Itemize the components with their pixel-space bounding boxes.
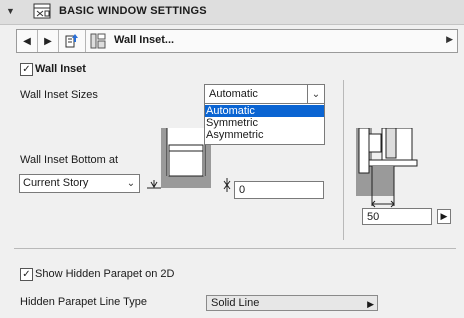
previous-button[interactable]: ◀ [17, 30, 38, 52]
inset-depth-input[interactable]: 50 [362, 208, 432, 225]
option-asymmetric[interactable]: Asymmetric [205, 129, 324, 141]
chevron-down-icon[interactable]: ⌄ [307, 85, 324, 103]
wall-inset-checkbox[interactable]: ✓ [20, 63, 33, 76]
option-automatic[interactable]: Automatic [205, 105, 324, 117]
wall-inset-icon [90, 33, 106, 49]
section-divider [343, 80, 344, 240]
collapse-triangle-icon[interactable]: ▼ [6, 6, 15, 16]
next-button[interactable]: ▶ [38, 30, 59, 52]
favorites-icon [65, 34, 78, 48]
window-settings-icon [33, 3, 51, 19]
show-hidden-parapet-label: Show Hidden Parapet on 2D [35, 268, 175, 280]
wall-inset-depth-illustration [356, 128, 418, 208]
settings-toolbar: ◀ ▶ Wall Inset... ▶ [16, 29, 458, 53]
wall-inset-sizes-value: Automatic [209, 88, 258, 100]
line-type-value: Solid Line [211, 297, 260, 309]
chevron-down-icon[interactable]: ⌄ [123, 175, 139, 192]
hidden-parapet-line-type-label: Hidden Parapet Line Type [20, 296, 147, 308]
arrow-left-icon: ◀ [23, 35, 31, 47]
hidden-parapet-line-type-select[interactable]: Solid Line ▶ [206, 295, 378, 311]
option-symmetric[interactable]: Symmetric [205, 117, 324, 129]
wall-inset-bottom-select[interactable]: Current Story ⌄ [19, 174, 140, 193]
section-divider [14, 248, 456, 249]
wall-inset-sizes-select[interactable]: Automatic ⌄ [204, 84, 325, 104]
wall-inset-sizes-dropdown-list: Automatic Symmetric Asymmetric [204, 103, 325, 145]
expand-arrow-icon[interactable]: ▶ [446, 34, 453, 45]
panel-title: BASIC WINDOW SETTINGS [59, 5, 207, 17]
wall-inset-label: Wall Inset [35, 63, 86, 75]
show-hidden-parapet-checkbox[interactable]: ✓ [20, 268, 33, 281]
favorites-button[interactable] [59, 30, 86, 52]
check-icon: ✓ [22, 63, 31, 75]
check-icon: ✓ [22, 268, 31, 280]
wall-inset-bottom-label: Wall Inset Bottom at [20, 154, 119, 166]
depth-options-button[interactable]: ▶ [437, 209, 451, 224]
wall-inset-bottom-value: Current Story [23, 177, 89, 189]
offset-dimension-icon [223, 178, 231, 192]
wall-inset-sizes-label: Wall Inset Sizes [20, 89, 98, 101]
bottom-offset-input[interactable]: 0 [234, 181, 324, 199]
arrow-right-icon: ▶ [367, 299, 374, 309]
arrow-right-icon: ▶ [440, 211, 448, 221]
toolbar-title[interactable]: Wall Inset... [114, 34, 174, 46]
arrow-right-icon: ▶ [44, 35, 52, 47]
